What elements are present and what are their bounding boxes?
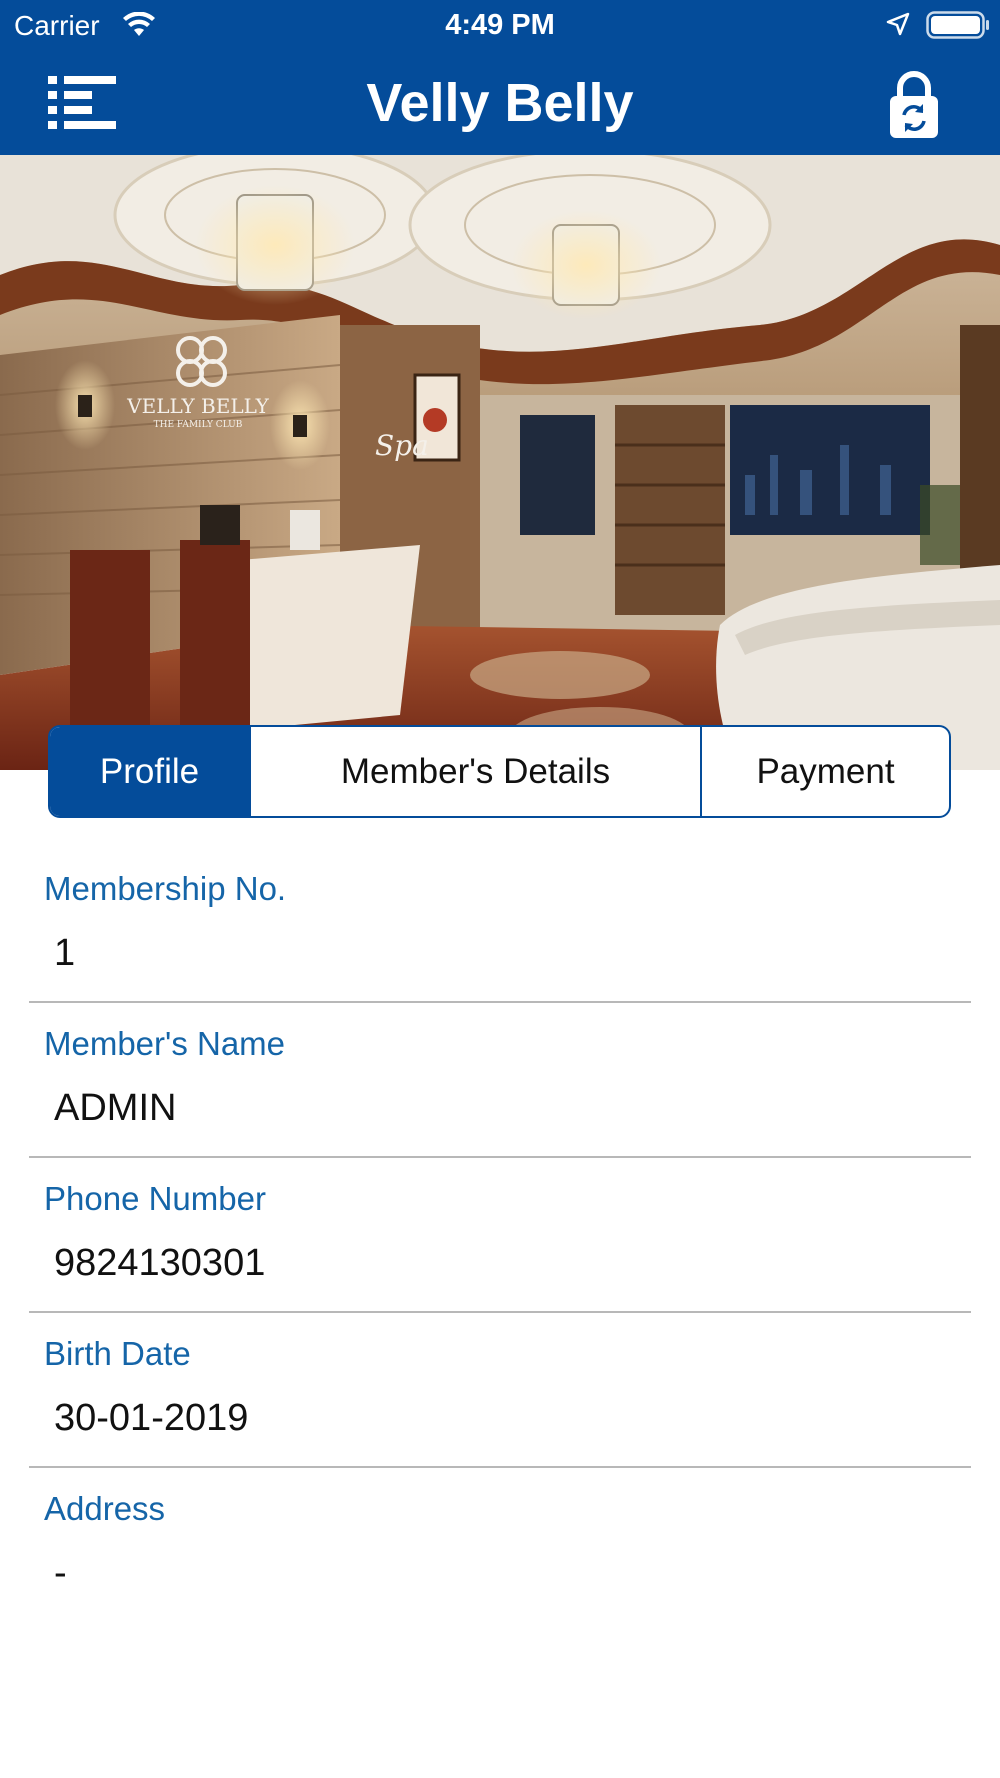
field-label: Member's Name: [44, 1025, 286, 1062]
field-label: Membership No.: [44, 870, 287, 907]
field-value: 1: [54, 932, 76, 974]
member-name-field: Member's Name ADMIN: [0, 1003, 1000, 1158]
membership-number-field: Membership No. 1: [0, 848, 1000, 1003]
profile-fields: Membership No. 1 Member's Name ADMIN Pho…: [0, 848, 1000, 1623]
app-screen: Carrier 4:49 PM Velly Belly VELLY BELLY …: [0, 0, 1000, 1778]
tab-payment[interactable]: Payment: [700, 727, 949, 816]
segmented-tabs: Profile Member's Details Payment: [48, 725, 951, 818]
field-label: Phone Number: [44, 1180, 266, 1217]
field-value: ADMIN: [54, 1087, 177, 1129]
battery-icon: [926, 11, 989, 39]
tab-members-details[interactable]: Member's Details: [249, 727, 700, 816]
page-title: Velly Belly: [366, 73, 634, 133]
wall-logo-text: VELLY BELLY: [126, 394, 269, 418]
field-value: 30-01-2019: [54, 1397, 249, 1439]
phone-number-field: Phone Number 9824130301: [0, 1158, 1000, 1313]
top-bar: Carrier 4:49 PM Velly Belly: [0, 0, 1000, 155]
address-field: Address -: [0, 1468, 1000, 1623]
field-label: Birth Date: [44, 1335, 191, 1372]
spa-sign-text: Spa: [375, 429, 429, 462]
location-arrow-icon: [886, 12, 910, 36]
lock-refresh-icon[interactable]: [884, 68, 944, 140]
status-time: 4:49 PM: [445, 9, 555, 41]
lobby-photo: VELLY BELLY THE FAMILY CLUB Spa: [0, 155, 1000, 770]
status-bar: Carrier 4:49 PM: [0, 0, 1000, 52]
tab-profile[interactable]: Profile: [50, 727, 249, 816]
field-value: -: [54, 1552, 67, 1594]
navigation-bar: Velly Belly: [0, 52, 1000, 155]
wall-logo-tagline: THE FAMILY CLUB: [154, 420, 243, 430]
field-label: Address: [44, 1490, 166, 1527]
birth-date-field: Birth Date 30-01-2019: [0, 1313, 1000, 1468]
field-value: 9824130301: [54, 1242, 266, 1284]
